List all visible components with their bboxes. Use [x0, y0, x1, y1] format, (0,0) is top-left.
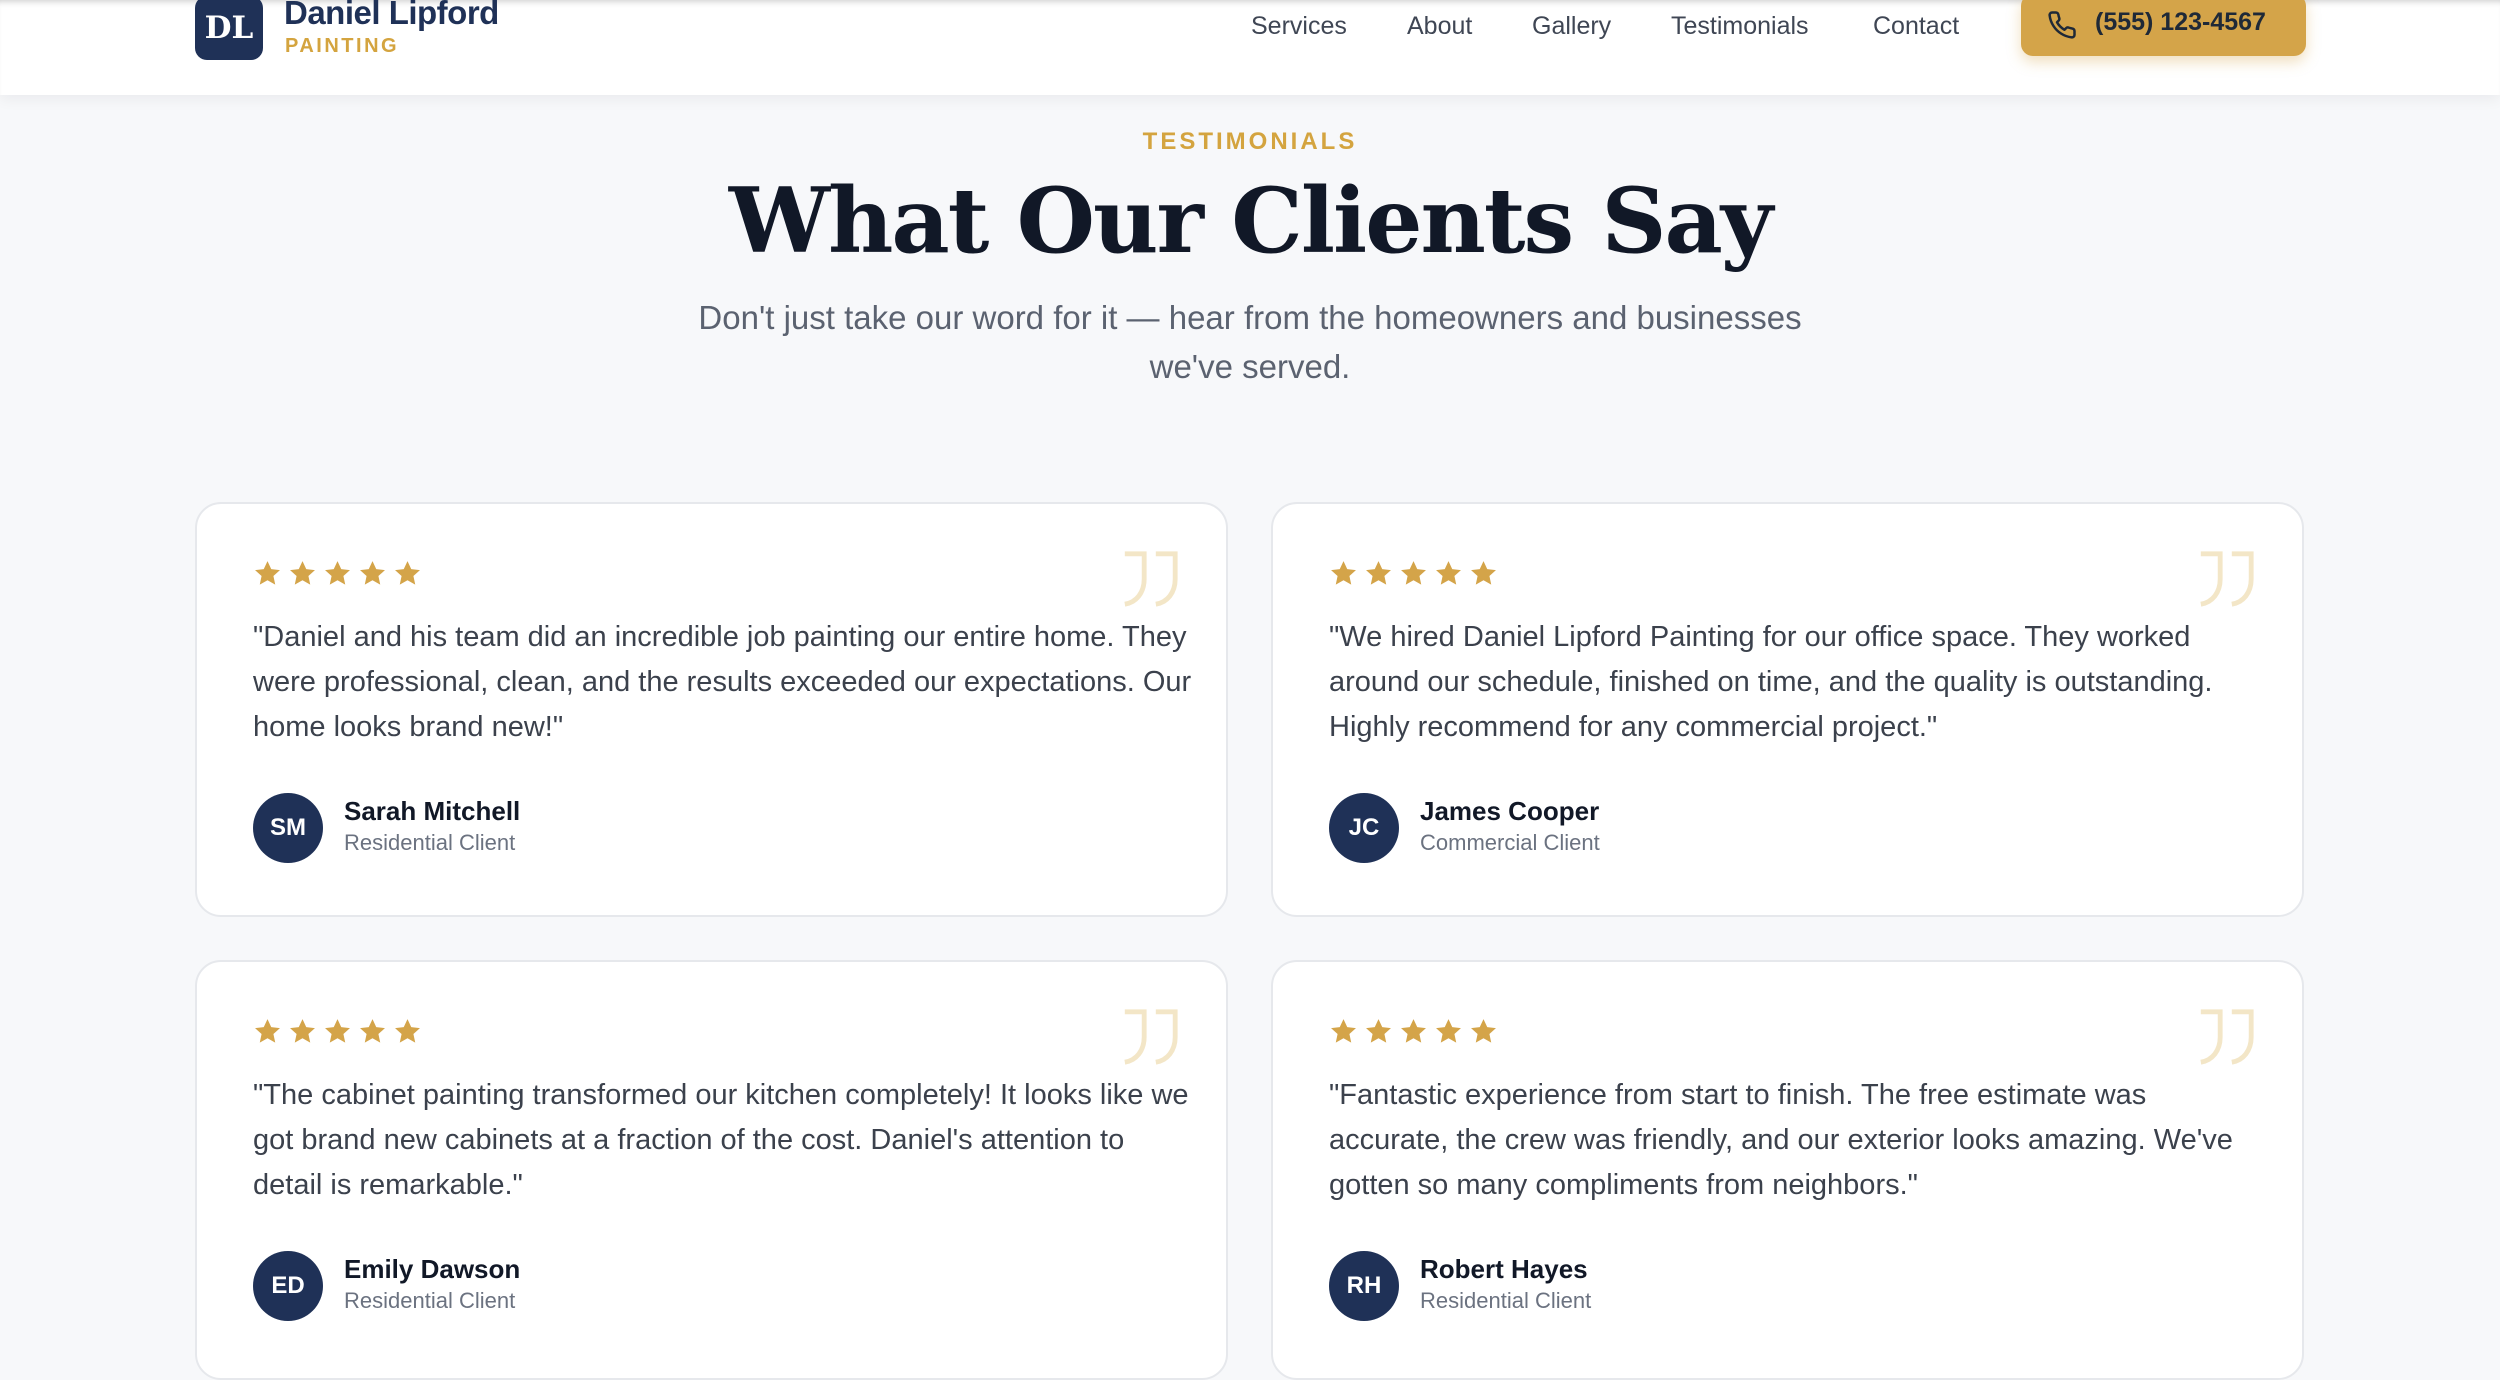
star-icon: [1471, 1019, 1496, 1043]
client-name: Emily Dawson: [344, 1254, 521, 1284]
nav-link-contact[interactable]: Contact: [1873, 12, 1959, 41]
nav-link-gallery[interactable]: Gallery: [1532, 12, 1611, 41]
phone-number: (555) 123-4567: [2095, 8, 2266, 36]
star-rating: [1329, 1017, 1498, 1046]
star-icon: [395, 1019, 420, 1043]
star-icon: [1331, 1019, 1356, 1043]
star-icon: [1366, 561, 1391, 585]
star-icon: [1331, 561, 1356, 585]
star-rating: [253, 559, 422, 588]
testimonial-quote: "We hired Daniel Lipford Painting for ou…: [1329, 621, 2213, 743]
site-header: DL Daniel Lipford PAINTING Services Abou…: [0, 0, 2500, 95]
quote-icon: [1124, 551, 1178, 607]
nav-link-testimonials[interactable]: Testimonials: [1671, 12, 1809, 41]
star-icon: [1401, 561, 1426, 585]
star-icon: [325, 561, 350, 585]
client-type: Residential Client: [344, 830, 516, 855]
star-icon: [1366, 1019, 1391, 1043]
avatar: JC: [1329, 793, 1399, 863]
star-icon: [290, 1019, 315, 1043]
star-icon: [255, 1019, 280, 1043]
star-icon: [395, 561, 420, 585]
nav-link-services[interactable]: Services: [1251, 12, 1347, 41]
section-title: What Our Clients Say: [728, 168, 1773, 274]
client-type: Commercial Client: [1420, 830, 1600, 855]
brand-tagline: PAINTING: [285, 35, 400, 57]
star-icon: [290, 561, 315, 585]
star-icon: [1401, 1019, 1426, 1043]
star-icon: [1436, 1019, 1461, 1043]
star-rating: [1329, 559, 1498, 588]
logo-mark[interactable]: DL: [195, 0, 263, 60]
phone-icon: [2048, 11, 2076, 39]
star-icon: [325, 1019, 350, 1043]
avatar: RH: [1329, 1251, 1399, 1321]
testimonial-card: "We hired Daniel Lipford Painting for ou…: [1271, 502, 2304, 917]
testimonial-card: "Daniel and his team did an incredible j…: [195, 502, 1228, 917]
nav-link-about[interactable]: About: [1407, 12, 1472, 41]
call-phone-button[interactable]: (555) 123-4567: [2021, 0, 2306, 56]
testimonial-quote: "Daniel and his team did an incredible j…: [253, 621, 1192, 743]
avatar: ED: [253, 1251, 323, 1321]
star-icon: [255, 561, 280, 585]
star-rating: [253, 1017, 422, 1046]
client-type: Residential Client: [344, 1288, 516, 1313]
quote-icon: [2200, 551, 2254, 607]
client-name: Sarah Mitchell: [344, 796, 521, 826]
quote-icon: [1124, 1009, 1178, 1065]
star-icon: [1436, 561, 1461, 585]
client-name: Robert Hayes: [1420, 1254, 1588, 1284]
testimonial-card: "The cabinet painting transformed our ki…: [195, 960, 1228, 1380]
star-icon: [360, 1019, 385, 1043]
testimonial-card: "Fantastic experience from start to fini…: [1271, 960, 2304, 1380]
brand-name[interactable]: Daniel Lipford: [284, 0, 499, 32]
testimonial-quote: "The cabinet painting transformed our ki…: [253, 1079, 1189, 1201]
section-subtitle: Don't just take our word for it — hear f…: [698, 299, 1802, 385]
testimonial-quote: "Fantastic experience from start to fini…: [1329, 1079, 2233, 1201]
client-name: James Cooper: [1420, 796, 1600, 826]
section-eyebrow: TESTIMONIALS: [1142, 128, 1358, 155]
avatar: SM: [253, 793, 323, 863]
star-icon: [360, 561, 385, 585]
client-type: Residential Client: [1420, 1288, 1592, 1313]
quote-icon: [2200, 1009, 2254, 1065]
star-icon: [1471, 561, 1496, 585]
